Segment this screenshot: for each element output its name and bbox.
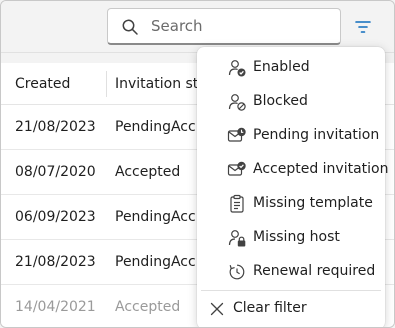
cell-created: 14/04/2021	[15, 299, 96, 315]
search-icon	[121, 18, 139, 36]
filter-item-missing-template[interactable]: Missing template	[197, 188, 385, 222]
filter-item-label: Renewal required	[253, 263, 376, 279]
cell-invitation-status: PendingAcc...	[115, 209, 210, 225]
cell-invitation-status: Accepted	[115, 299, 181, 315]
filter-item-label: Pending invitation	[253, 127, 380, 143]
mail-check-icon	[227, 160, 247, 180]
app-frame: Search Created Invitation st... 21/08/20…	[0, 0, 395, 328]
clear-filter-button[interactable]: Clear filter	[197, 295, 385, 325]
cell-invitation-status: Accepted	[115, 164, 181, 180]
toolbar: Search	[1, 1, 394, 53]
cell-created: 06/09/2023	[15, 209, 96, 225]
filter-item-label: Missing host	[253, 229, 340, 245]
cell-invitation-status: PendingAcc...	[115, 254, 210, 270]
filter-item-pending-invitation[interactable]: Pending invitation	[197, 120, 385, 154]
search-input[interactable]: Search	[107, 8, 341, 45]
cell-invitation-status: PendingAcc...	[115, 119, 210, 135]
column-header-created[interactable]: Created	[15, 76, 70, 92]
filter-item-missing-host[interactable]: Missing host	[197, 222, 385, 256]
person-blocked-icon	[227, 92, 247, 112]
filter-item-enabled[interactable]: Enabled	[197, 52, 385, 86]
column-divider[interactable]	[106, 71, 107, 97]
renew-icon	[227, 262, 247, 282]
filter-menu: Enabled Blocked Pending invitation Accep…	[197, 47, 389, 327]
person-lock-icon	[227, 228, 247, 248]
mail-clock-icon	[227, 126, 247, 146]
cell-created: 08/07/2020	[15, 164, 96, 180]
cell-created: 21/08/2023	[15, 119, 96, 135]
filter-item-label: Accepted invitation	[253, 161, 389, 177]
filter-item-label: Enabled	[253, 59, 310, 75]
person-check-icon	[227, 58, 247, 78]
filter-button[interactable]	[353, 18, 373, 36]
filter-item-renewal-required[interactable]: Renewal required	[197, 256, 385, 290]
filter-item-label: Missing template	[253, 195, 373, 211]
clear-filter-label: Clear filter	[233, 300, 307, 316]
clipboard-icon	[227, 194, 247, 214]
cell-created: 21/08/2023	[15, 254, 96, 270]
filter-item-label: Blocked	[253, 93, 308, 109]
filter-item-accepted-invitation[interactable]: Accepted invitation	[197, 154, 389, 188]
menu-divider	[201, 290, 381, 291]
search-placeholder: Search	[151, 17, 203, 35]
filter-item-blocked[interactable]: Blocked	[197, 86, 385, 120]
filter-icon	[353, 18, 373, 36]
close-icon	[209, 301, 225, 317]
